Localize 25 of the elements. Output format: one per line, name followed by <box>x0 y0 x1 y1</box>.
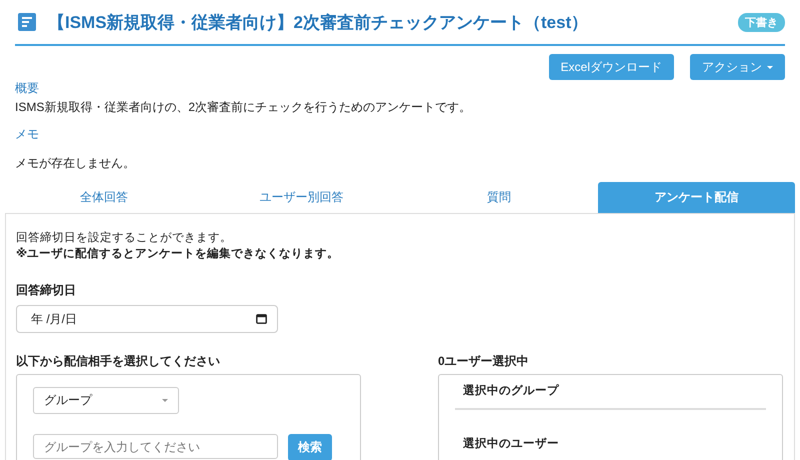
selection-count: 0ユーザー選択中 <box>438 353 530 370</box>
tab[interactable]: ユーザー別回答 <box>202 182 400 213</box>
memo-text: メモが存在しません。 <box>15 155 136 172</box>
type-select[interactable]: グループ <box>33 387 179 414</box>
memo-label: メモ <box>15 126 40 143</box>
survey-title: 【ISMS新規取得・従業者向け】2次審査前チェックアンケート（test） <box>48 12 590 34</box>
groups-heading: 選択中のグループ <box>462 383 560 398</box>
status-badge: 下書き <box>738 12 785 32</box>
tab[interactable]: 全体回答 <box>5 182 202 213</box>
recipients-title: 以下から配信相手を選択してください <box>16 353 221 370</box>
date-field[interactable]: 年 /月/日 <box>16 305 278 333</box>
excel-download-button[interactable]: Excelダウンロード <box>548 54 674 80</box>
users-heading: 選択中のユーザー <box>462 436 560 451</box>
tab[interactable]: アンケート配信 <box>598 182 795 213</box>
tab[interactable]: 質問 <box>400 182 598 213</box>
calendar-icon <box>256 314 267 324</box>
warning-text: ※ユーザに配信するとアンケートを編集できなくなります。 <box>16 246 340 262</box>
form-icon <box>18 13 36 31</box>
summary-label: 概要 <box>15 80 40 97</box>
search-button[interactable]: 検索 <box>288 434 332 460</box>
action-dropdown[interactable]: アクション <box>690 54 785 80</box>
group-input[interactable]: グループを入力してください <box>33 434 278 459</box>
intro-text: 回答締切日を設定することができます。 <box>16 230 233 246</box>
summary-text: ISMS新規取得・従業者向けの、2次審査前にチェックを行うためのアンケートです。 <box>15 99 472 116</box>
deadline-label: 回答締切日 <box>16 282 77 299</box>
